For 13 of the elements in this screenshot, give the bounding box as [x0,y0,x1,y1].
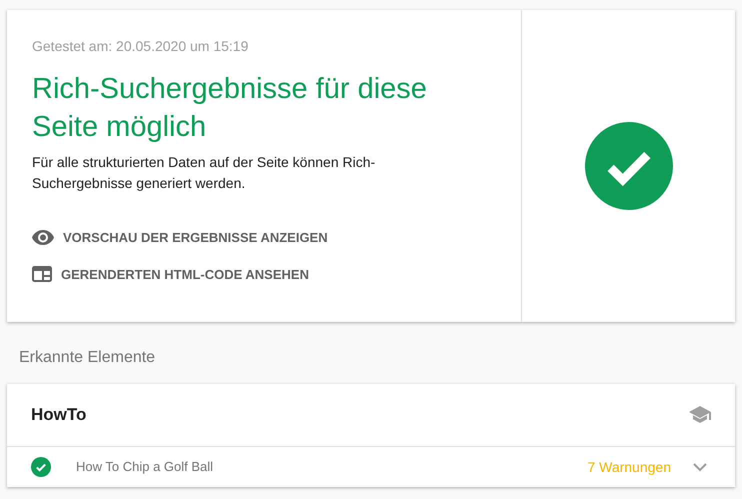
expand-button[interactable] [693,462,707,472]
eye-icon [32,230,54,246]
view-html-button[interactable]: GERENDERTEN HTML-CODE ANSEHEN [32,264,497,284]
result-heading: Rich-Suchergebnisse für diese Seite möglich [32,72,428,145]
preview-results-button[interactable]: VORSCHAU DER ERGEBNISSE ANZEIGEN [32,228,497,248]
section-title: Erkannte Elemente [18,348,156,368]
warning-count: 7 Warnungen [587,458,671,477]
item-name: How To Chip a Golf Ball [76,458,214,476]
browser-window-icon [32,266,52,282]
test-date: Getestet am: 20.05.2020 um 15:19 [32,37,250,56]
result-description: Für alle strukturierten Daten auf der Seite können Rich-Suchergebnisse generiert werden. [32,153,376,193]
card-title: HowTo [31,404,86,426]
graduation-cap-icon [689,406,711,424]
